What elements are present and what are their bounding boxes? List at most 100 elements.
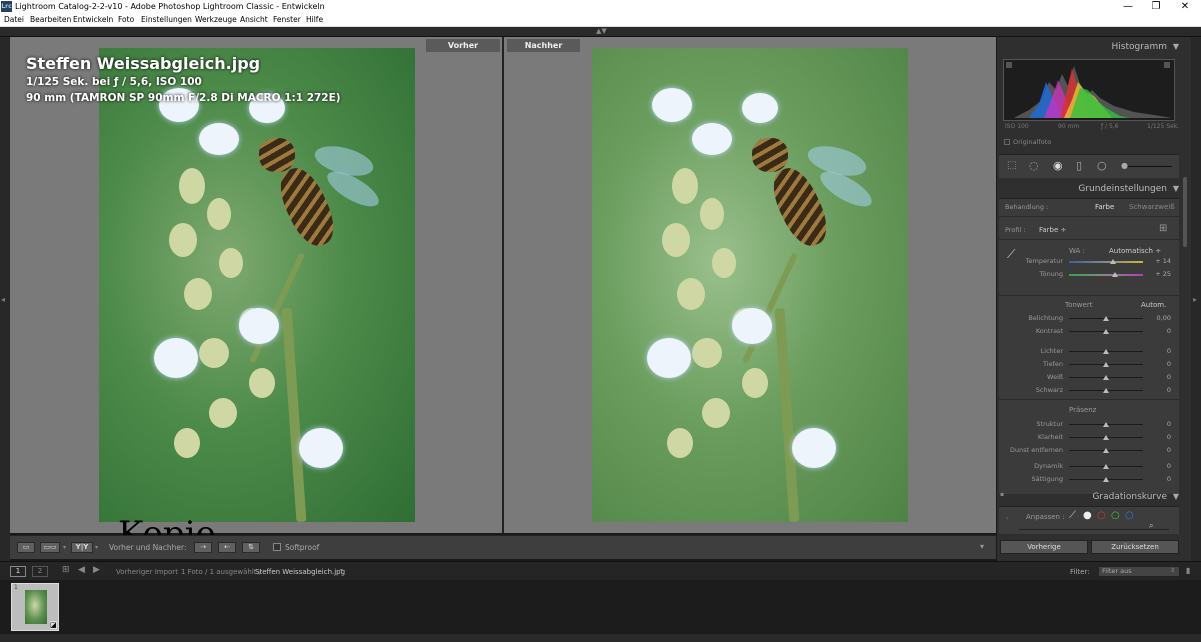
forward-arrow-icon[interactable]: ▶ <box>93 565 100 575</box>
slider-value[interactable]: 0 <box>1153 446 1171 454</box>
slider-value[interactable]: 0 <box>1153 347 1171 355</box>
slider-thumb[interactable] <box>1103 329 1109 334</box>
slider-value[interactable]: 0 <box>1153 462 1171 470</box>
mode-dropdown-icon[interactable]: ▾ <box>95 544 98 551</box>
filmstrip-thumbnail[interactable]: 1 ◪ <box>11 583 59 631</box>
lens-info: 90 mm (TAMRON SP 90mm F/2.8 Di MACRO 1:1… <box>26 92 341 104</box>
slider-value[interactable]: 0 <box>1153 420 1171 428</box>
slider-thumb[interactable] <box>1103 477 1109 482</box>
blue-channel-icon[interactable]: ○ <box>1125 510 1134 521</box>
after-photo[interactable] <box>592 48 908 522</box>
top-panel-toggle[interactable]: ▲▼ <box>0 27 1201 37</box>
slider-value[interactable]: 0 <box>1153 475 1171 483</box>
slider-thumb[interactable] <box>1103 388 1109 393</box>
crop-tool-icon[interactable]: ⬚ <box>1007 160 1016 171</box>
target-adjust-icon[interactable]: ◦ <box>1005 515 1009 523</box>
slider-thumb[interactable] <box>1103 349 1109 354</box>
minimize-button[interactable]: — <box>1121 1 1135 12</box>
original-photo-checkbox[interactable] <box>1004 139 1010 145</box>
source-label[interactable]: Vorheriger Import <box>116 568 178 576</box>
red-channel-icon[interactable]: ○ <box>1097 510 1106 521</box>
filter-toggle-icon[interactable]: ▮ <box>1186 566 1190 575</box>
slider-track[interactable] <box>1069 261 1143 263</box>
panel-switch-icon[interactable]: ▪ <box>1000 491 1004 498</box>
panel-scrollbar[interactable] <box>1183 177 1187 247</box>
wb-dropdown[interactable]: Automatisch ÷ <box>1109 247 1161 255</box>
after-view[interactable]: Nachher <box>504 37 996 533</box>
slider-value[interactable]: 0 <box>1153 386 1171 394</box>
slider-value[interactable]: 0 <box>1153 360 1171 368</box>
profile-browser-icon[interactable]: ⊞ <box>1159 223 1167 234</box>
maximize-button[interactable]: ❐ <box>1149 1 1163 12</box>
second-window-button[interactable]: 2 <box>32 566 48 577</box>
green-channel-icon[interactable]: ○ <box>1111 510 1120 521</box>
auto-tone-button[interactable]: Autom. <box>1141 301 1166 309</box>
slider-thumb[interactable] <box>1111 272 1118 277</box>
slider-thumb[interactable] <box>1103 422 1109 427</box>
slider-thumb[interactable] <box>1103 375 1109 380</box>
menu-bearbeiten[interactable]: Bearbeiten <box>30 15 71 24</box>
slider-thumb[interactable] <box>1103 448 1109 453</box>
softproof-checkbox[interactable] <box>273 543 281 551</box>
menu-bar: Datei Bearbeiten Entwickeln Foto Einstel… <box>0 14 1201 27</box>
slider-value[interactable]: 0 <box>1153 327 1171 335</box>
back-arrow-icon[interactable]: ◀ <box>78 565 85 575</box>
graduated-filter-icon[interactable]: ▯ <box>1076 159 1082 172</box>
tone-curve-header[interactable]: Gradationskurve ▼ <box>999 489 1181 505</box>
menu-datei[interactable]: Datei <box>4 15 24 24</box>
slider-value[interactable]: 0 <box>1153 433 1171 441</box>
menu-foto[interactable]: Foto <box>118 15 134 24</box>
treatment-bw-option[interactable]: Schwarzweiß <box>1129 203 1175 211</box>
slider-value[interactable]: 0 <box>1153 373 1171 381</box>
spot-removal-icon[interactable]: ◌ <box>1029 159 1039 172</box>
parametric-curve-icon[interactable]: ⟋ <box>1069 510 1076 521</box>
selected-filename[interactable]: Steffen Weissabgleich.jpg <box>255 568 345 576</box>
collapse-icon: ▼ <box>1172 492 1179 501</box>
slider-thumb[interactable] <box>1103 464 1109 469</box>
before-photo[interactable] <box>99 48 415 522</box>
dropdown-icon[interactable]: ▾ <box>340 567 343 574</box>
right-panel-toggle[interactable]: ▸ <box>1191 37 1201 561</box>
copy-before-to-after-button[interactable]: ⇢ <box>194 542 212 553</box>
slider-thumb[interactable] <box>1110 259 1117 264</box>
red-eye-icon[interactable]: ◉ <box>1053 159 1063 172</box>
loupe-view-button[interactable]: ▭ <box>17 542 35 553</box>
view-dropdown-icon[interactable]: ▾ <box>63 544 66 551</box>
before-view[interactable]: Vorher Kopie <box>10 37 502 554</box>
menu-hilfe[interactable]: Hilfe <box>306 15 323 24</box>
menu-werkzeuge[interactable]: Werkzeuge <box>195 15 237 24</box>
swap-before-after-button[interactable]: ⇅ <box>242 542 260 553</box>
reset-button[interactable]: Zurücksetzen <box>1091 540 1179 554</box>
compare-view-button[interactable]: ▭▭ <box>40 542 60 553</box>
menu-entwickeln[interactable]: Entwickeln <box>73 15 113 24</box>
radial-filter-icon[interactable]: ○ <box>1097 159 1107 172</box>
slider-value[interactable]: 0,00 <box>1153 314 1171 322</box>
slider-thumb[interactable] <box>1103 435 1109 440</box>
left-panel-toggle[interactable]: ◂ <box>0 37 10 561</box>
treatment-color-option[interactable]: Farbe <box>1095 203 1114 211</box>
before-after-mode-button[interactable]: Y|Y <box>71 542 93 553</box>
menu-fenster[interactable]: Fenster <box>273 15 301 24</box>
slider-track[interactable] <box>1069 274 1143 276</box>
menu-einstellungen[interactable]: Einstellungen <box>141 15 192 24</box>
rgb-channel-icon[interactable]: ● <box>1083 510 1092 521</box>
slider-thumb[interactable] <box>1103 316 1109 321</box>
slider-value[interactable]: + 25 <box>1153 270 1171 278</box>
histogram-header[interactable]: Histogramm ▼ <box>999 39 1181 55</box>
menu-ansicht[interactable]: Ansicht <box>240 15 268 24</box>
photo-filename: Steffen Weissabgleich.jpg <box>26 54 261 73</box>
toolbar-options-icon[interactable]: ▾ <box>980 542 984 551</box>
profile-dropdown[interactable]: Farbe ÷ <box>1039 226 1066 234</box>
previous-button[interactable]: Vorherige <box>1000 540 1088 554</box>
close-button[interactable]: ✕ <box>1178 1 1192 12</box>
filter-dropdown[interactable]: Filter aus <box>1098 566 1180 577</box>
brush-slider[interactable] <box>1124 166 1172 167</box>
slider-value[interactable]: + 14 <box>1153 257 1171 265</box>
main-window-button[interactable]: 1 <box>10 566 26 577</box>
copy-after-to-before-button[interactable]: ⇠ <box>218 542 236 553</box>
basic-header[interactable]: Grundeinstellungen ▼ <box>999 181 1181 197</box>
grid-view-icon[interactable]: ⊞ <box>62 565 70 575</box>
slider-thumb[interactable] <box>1103 362 1109 367</box>
bottom-panel-toggle[interactable] <box>0 634 1201 642</box>
histogram-graph[interactable] <box>1003 59 1175 121</box>
